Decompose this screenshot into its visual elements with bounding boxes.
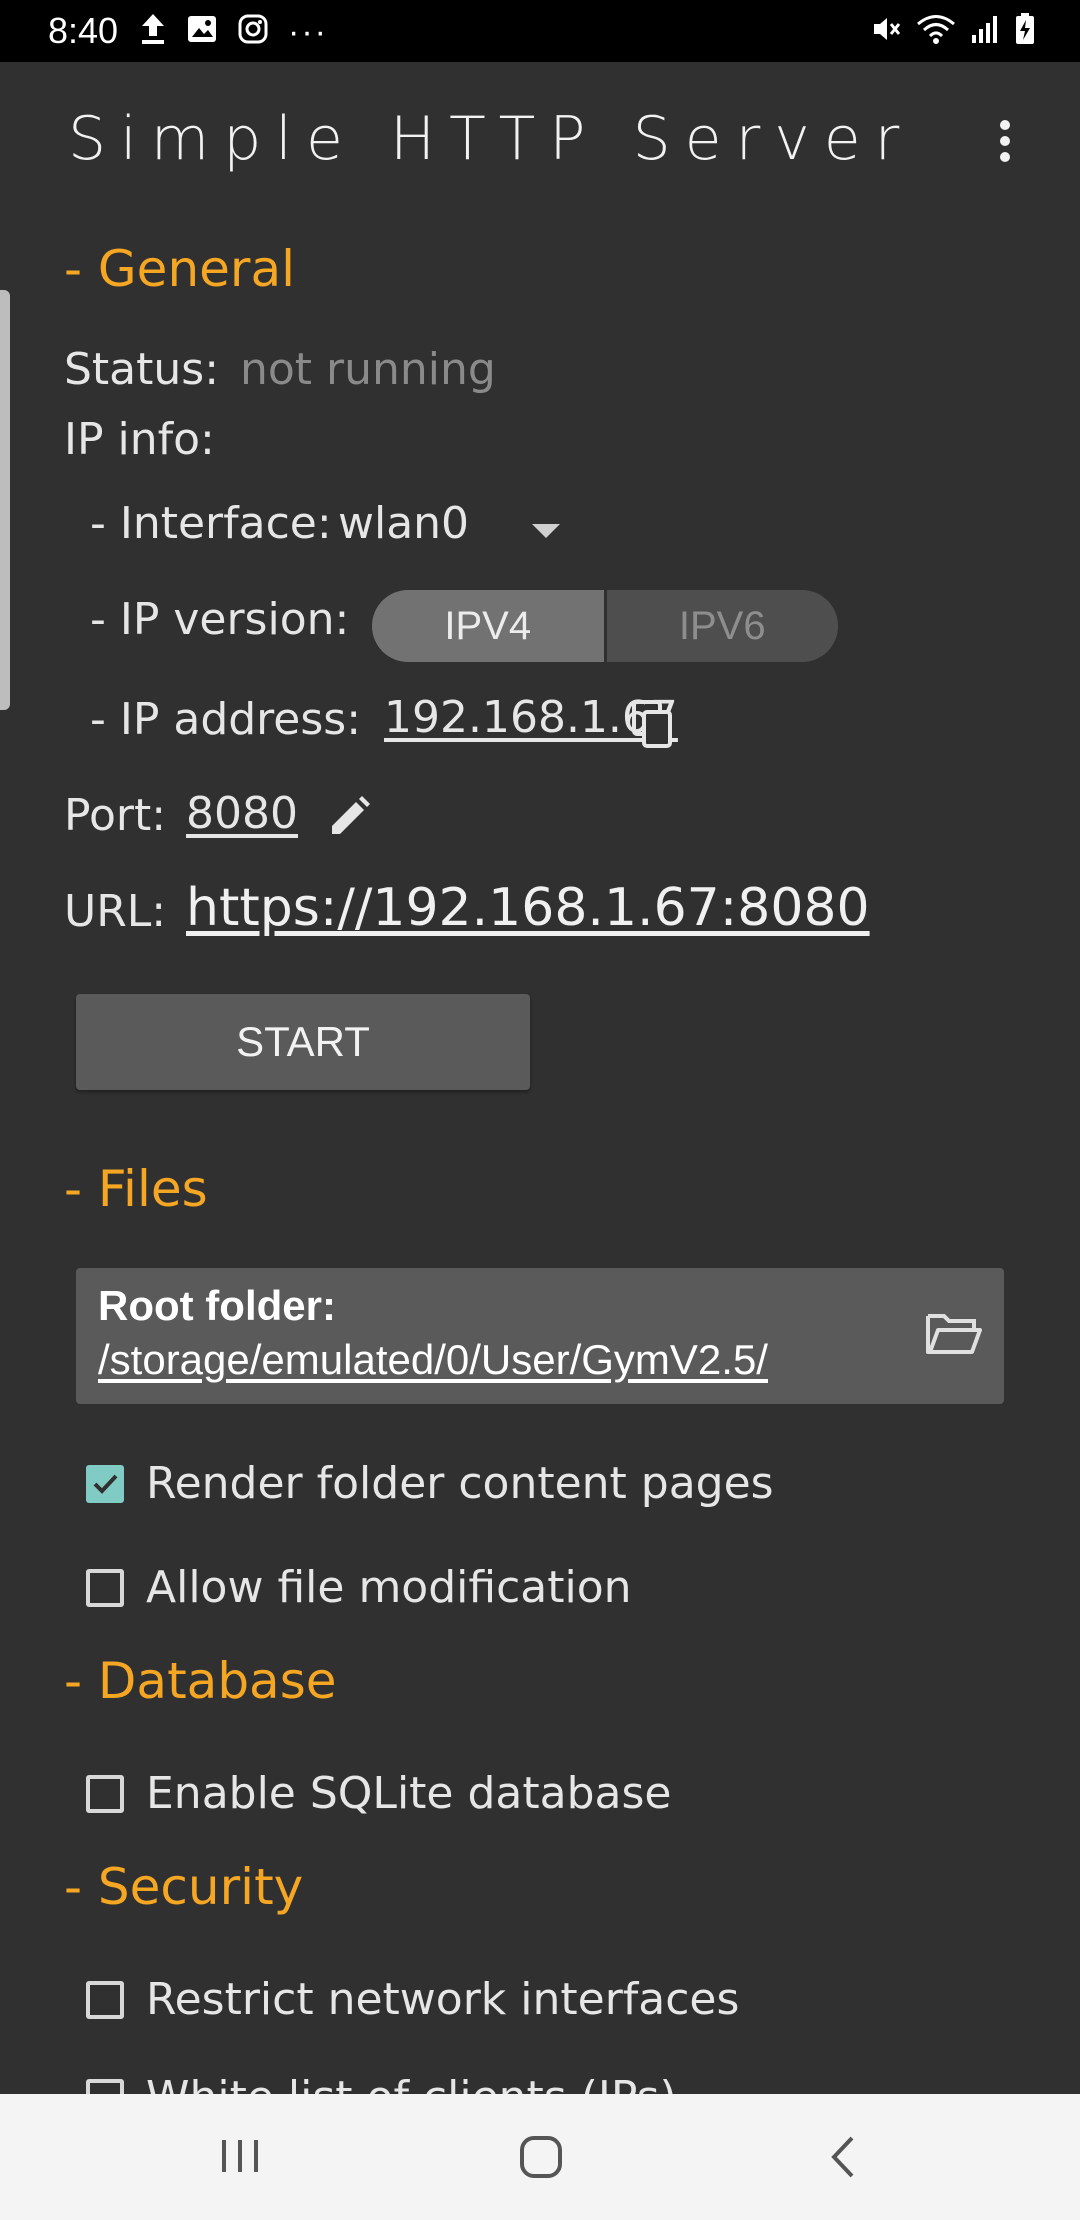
side-panel-handle[interactable]	[0, 290, 10, 710]
folder-open-icon[interactable]	[924, 1310, 982, 1360]
ipv4-option[interactable]: IPV4	[372, 590, 604, 662]
interface-dropdown-value[interactable]: wlan0	[338, 498, 469, 549]
app-title: Simple HTTP Server	[68, 104, 914, 174]
navigation-bar	[0, 2094, 1080, 2220]
wifi-icon	[916, 13, 956, 50]
battery-charging-icon	[1014, 12, 1036, 51]
interface-label: - Interface:	[90, 498, 332, 549]
ipv6-option[interactable]: IPV6	[603, 590, 838, 662]
checkbox-label: Allow file modification	[146, 1562, 632, 1613]
root-folder-box[interactable]: Root folder: /storage/emulated/0/User/Gy…	[76, 1268, 1004, 1404]
section-heading-general: - General	[64, 240, 295, 298]
ip-address-label: - IP address:	[90, 694, 362, 745]
allow-file-modification-option[interactable]: Allow file modification	[86, 1562, 632, 1613]
enable-sqlite-option[interactable]: Enable SQLite database	[86, 1768, 671, 1819]
recent-apps-icon[interactable]	[218, 2134, 262, 2182]
port-label: Port:	[64, 790, 167, 841]
checkbox-label: Enable SQLite database	[146, 1768, 672, 1819]
image-icon	[186, 14, 218, 49]
checkbox-unchecked[interactable]	[86, 1980, 124, 2019]
render-folder-content-option[interactable]: Render folder content pages	[86, 1458, 774, 1509]
section-heading-security: - Security	[64, 1858, 304, 1916]
url-value[interactable]: https://192.168.1.67:8080	[186, 878, 870, 938]
start-button[interactable]: START	[76, 994, 530, 1090]
url-label: URL:	[64, 886, 167, 937]
home-icon[interactable]	[518, 2134, 564, 2184]
instagram-icon	[238, 14, 268, 49]
root-folder-label: Root folder:	[98, 1282, 336, 1329]
upload-icon	[140, 12, 166, 51]
section-heading-files: - Files	[64, 1160, 208, 1218]
ip-info-label: IP info:	[64, 414, 215, 465]
checkbox-checked[interactable]	[86, 1464, 124, 1503]
checkbox-unchecked[interactable]	[86, 1568, 124, 1607]
back-icon[interactable]	[826, 2134, 860, 2184]
port-value[interactable]: 8080	[186, 788, 298, 839]
section-heading-database: - Database	[64, 1652, 337, 1710]
status-label: Status:	[64, 344, 220, 395]
checkbox-unchecked[interactable]	[86, 1774, 124, 1813]
more-notifications-icon: ···	[288, 12, 328, 51]
signal-icon	[970, 13, 1000, 50]
app-bar: Simple HTTP Server	[0, 62, 1080, 222]
more-vertical-icon[interactable]	[980, 114, 1030, 174]
copy-icon[interactable]	[630, 698, 674, 754]
root-folder-path[interactable]: /storage/emulated/0/User/GymV2.5/	[98, 1336, 768, 1384]
dropdown-arrow-icon[interactable]	[532, 524, 560, 538]
ip-version-label: - IP version:	[90, 594, 350, 645]
mute-icon	[870, 13, 902, 50]
status-bar: 8:40 ···	[0, 0, 1080, 62]
checkbox-label: Restrict network interfaces	[146, 1974, 740, 2025]
status-time: 8:40	[48, 10, 119, 51]
restrict-network-interfaces-option[interactable]: Restrict network interfaces	[86, 1974, 739, 2025]
ip-version-toggle: IPV4 IPV6	[372, 590, 838, 662]
status-value: not running	[240, 344, 496, 395]
edit-pencil-icon[interactable]	[326, 794, 372, 844]
checkbox-label: Render folder content pages	[146, 1458, 774, 1509]
